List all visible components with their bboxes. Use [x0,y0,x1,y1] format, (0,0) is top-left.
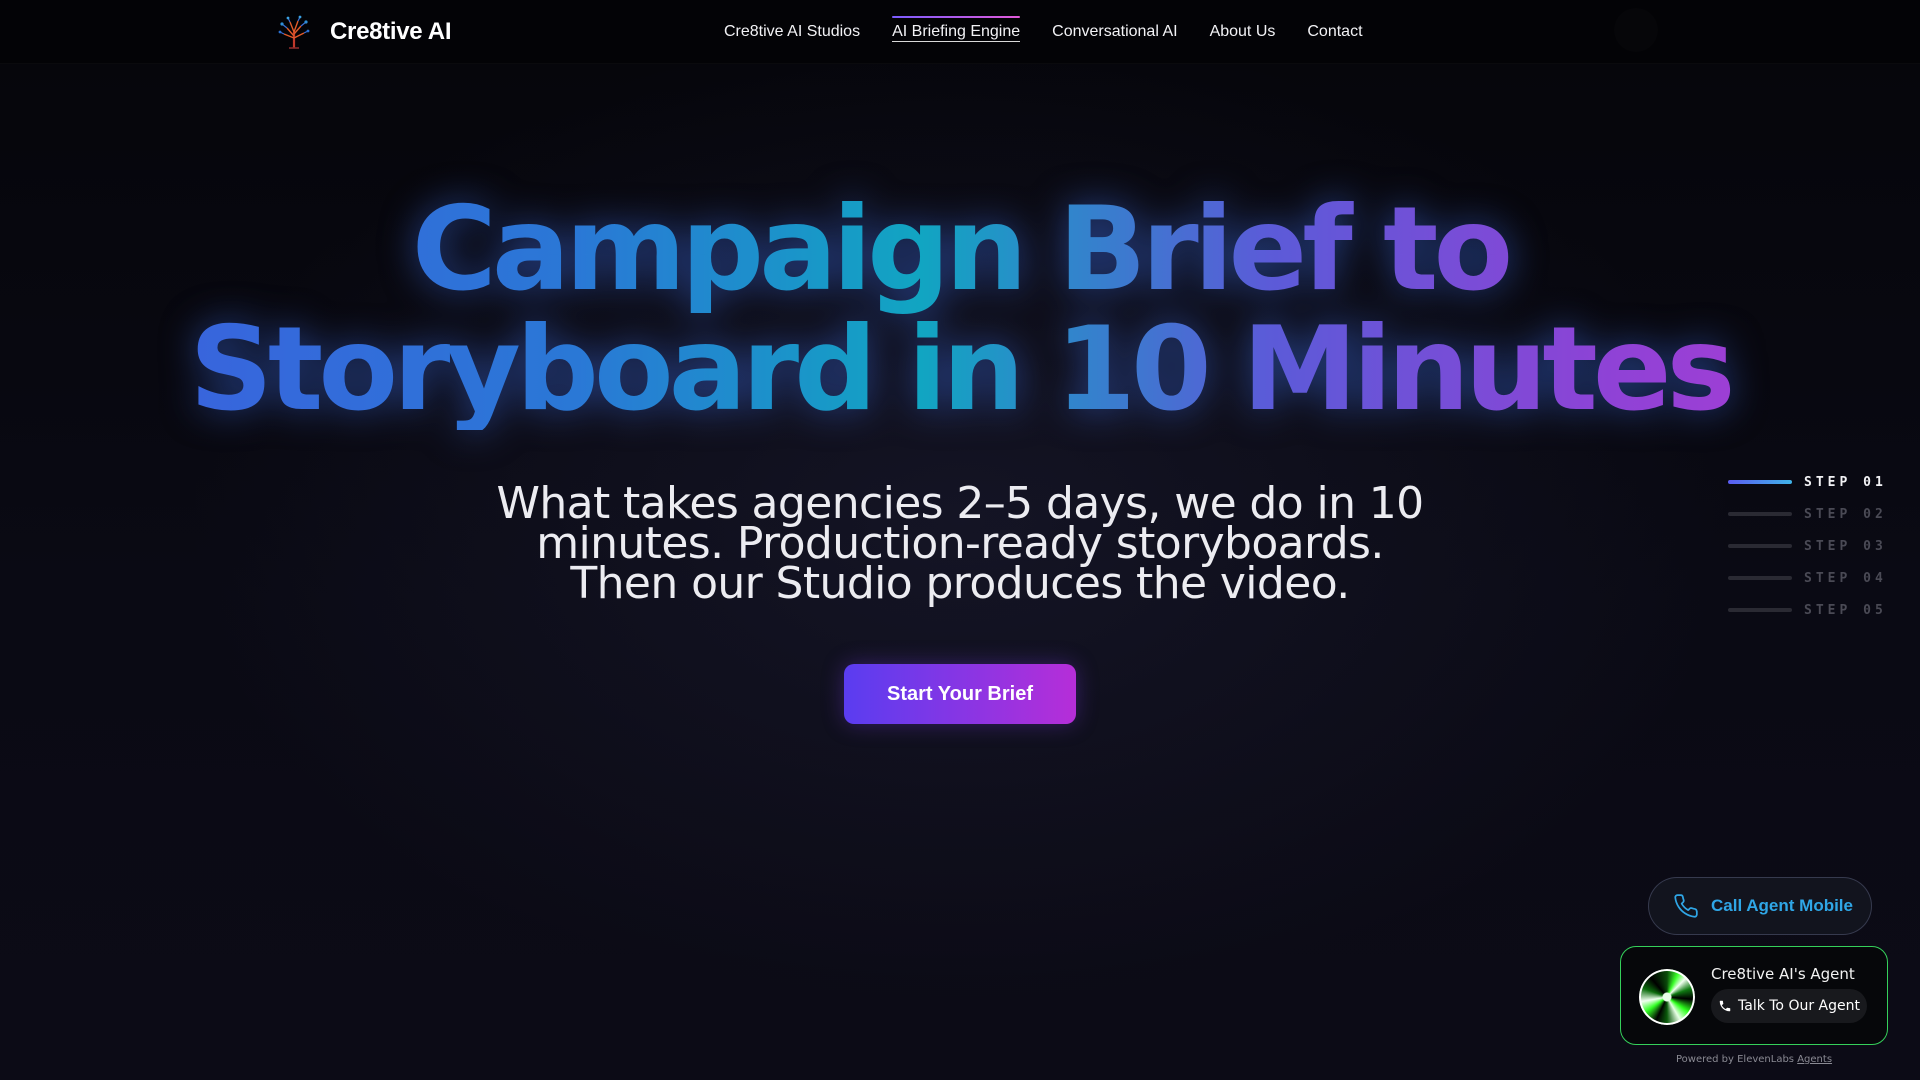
step-item-04[interactable]: STEP 04 [1728,562,1898,594]
step-item-01[interactable]: STEP 01 [1728,466,1898,498]
step-bar [1728,512,1792,516]
nav-item-about-us[interactable]: About Us [1210,19,1276,45]
powered-by-text: Powered by ElevenLabs [1675,1054,1795,1065]
brand-logo-link[interactable]: Cre8tive AI [276,14,452,50]
talk-to-agent-button[interactable]: Talk To Our Agent [1711,989,1867,1023]
step-label: STEP 03 [1804,538,1887,554]
call-agent-mobile-label: Call Agent Mobile [1711,896,1853,915]
header-decoration [1614,8,1658,52]
step-bar [1728,480,1792,484]
step-item-05[interactable]: STEP 05 [1728,594,1898,626]
agent-avatar-orb [1639,969,1695,1025]
powered-by-note: Powered by ElevenLabs Agents [1620,1054,1888,1065]
nav-item-studios[interactable]: Cre8tive AI Studios [724,19,860,45]
step-indicator: STEP 01 STEP 02 STEP 03 STEP 04 STEP 05 [1728,466,1898,626]
nav-item-conversational-ai[interactable]: Conversational AI [1052,19,1177,45]
step-bar [1728,608,1792,612]
agent-name: Cre8tive AI's Agent [1711,965,1855,983]
tree-logo-icon [278,15,310,49]
agent-widget: Cre8tive AI's Agent Talk To Our Agent [1620,946,1888,1045]
call-agent-mobile-button[interactable]: Call Agent Mobile [1648,877,1872,935]
start-brief-button[interactable]: Start Your Brief [844,664,1076,724]
hero-subtitle-line-3: Then our Studio produces the video. [570,558,1350,609]
phone-icon [1674,894,1698,918]
nav-item-briefing-engine[interactable]: AI Briefing Engine [892,16,1021,45]
step-label: STEP 05 [1804,602,1887,618]
step-label: STEP 02 [1804,506,1887,522]
phone-icon [1719,1000,1731,1012]
step-item-02[interactable]: STEP 02 [1728,498,1898,530]
hero-subtitle: What takes agencies 2–5 days, we do in 1… [410,482,1510,609]
step-item-03[interactable]: STEP 03 [1728,530,1898,562]
main-nav: Cre8tive AI Studios AI Briefing Engine C… [724,0,1363,64]
page: Cre8tive AI Cre8tive AI Studios AI Brief… [0,0,1920,1080]
hero-title-line-2: Storyboard in 10 Minutes [189,302,1731,437]
powered-by-agents-link[interactable]: Agents [1797,1054,1832,1065]
nav-item-contact[interactable]: Contact [1307,19,1362,45]
step-bar [1728,544,1792,548]
hero-title-line-1: Campaign Brief to [411,182,1509,317]
site-header: Cre8tive AI Cre8tive AI Studios AI Brief… [0,0,1920,64]
step-label: STEP 01 [1804,474,1887,490]
step-label: STEP 04 [1804,570,1887,586]
brand-name: Cre8tive AI [330,18,452,45]
step-bar [1728,576,1792,580]
talk-to-agent-label: Talk To Our Agent [1738,998,1860,1014]
hero-title: Campaign Brief to Storyboard in 10 Minut… [0,190,1920,430]
